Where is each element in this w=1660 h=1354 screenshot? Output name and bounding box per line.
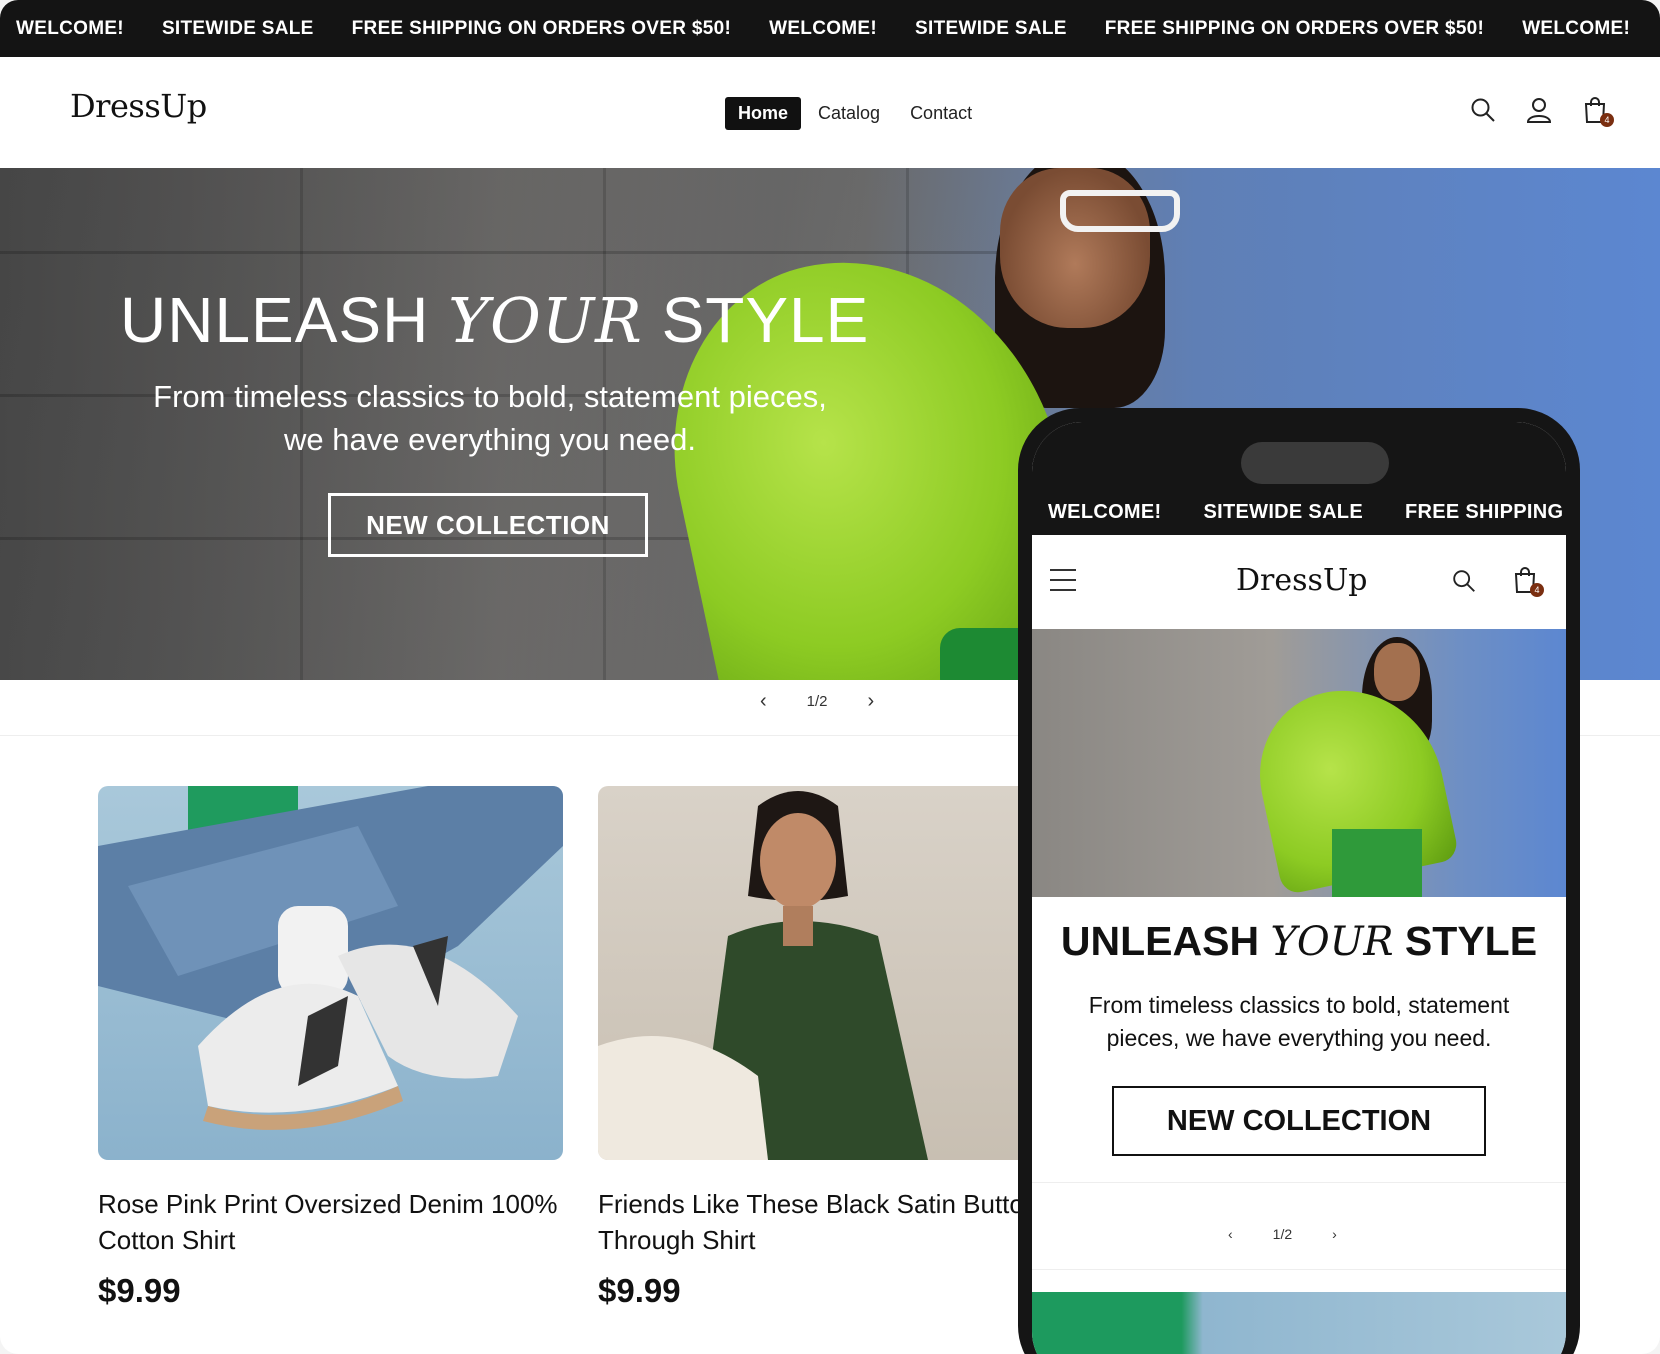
mobile-hero-title: UNLEASH YOUR STYLE <box>1032 918 1566 965</box>
site-header: DressUp Home Catalog Contact 4 <box>0 57 1660 168</box>
product-price: $9.99 <box>598 1272 681 1309</box>
product-image[interactable] <box>98 786 563 1160</box>
announcement-item: SITEWIDE SALE <box>161 17 314 39</box>
announcement-item: WELCOME! <box>1522 17 1631 39</box>
slide-counter: 1/2 <box>806 693 828 710</box>
announcement-item: WELCOME! <box>1048 501 1162 523</box>
announcement-item: FREE SHIPPING <box>1404 501 1564 523</box>
hero-slider-controls: ‹ 1/2 › <box>760 690 874 713</box>
mobile-preview-device: WELCOME! SITEWIDE SALE FREE SHIPPING Dre… <box>1018 408 1580 1354</box>
announcement-item: SITEWIDE SALE <box>915 17 1067 39</box>
search-icon[interactable] <box>1468 95 1498 125</box>
cart-count-badge: 4 <box>1600 113 1614 127</box>
nav-contact[interactable]: Contact <box>897 97 985 130</box>
product-card[interactable]: Friends Like These Black Satin Button Th… <box>598 786 1063 1310</box>
announcement-item: FREE SHIPPING ON ORDERS OVER $50! <box>351 17 732 39</box>
hero-title-pre: UNLEASH <box>120 284 449 356</box>
slide-counter: 1/2 <box>1272 1226 1293 1242</box>
store-logo[interactable]: DressUp <box>70 87 207 125</box>
mobile-slider-controls: ‹ 1/2 › <box>1228 1226 1337 1242</box>
nav-home[interactable]: Home <box>725 97 802 130</box>
hero-title-post: STYLE <box>642 284 870 356</box>
chevron-right-icon[interactable]: › <box>868 690 875 713</box>
cart-count-badge: 4 <box>1530 583 1544 597</box>
mobile-hero-image <box>1032 629 1566 897</box>
search-icon[interactable] <box>1450 567 1478 600</box>
hero-title: UNLEASH YOUR STYLE <box>120 283 869 357</box>
divider <box>1032 1182 1566 1183</box>
mobile-screen: WELCOME! SITEWIDE SALE FREE SHIPPING Dre… <box>1032 422 1566 1354</box>
dynamic-island <box>1241 442 1389 484</box>
product-title[interactable]: Friends Like These Black Satin Button Th… <box>598 1186 1063 1258</box>
cart-icon[interactable]: 4 <box>1510 565 1544 597</box>
announcement-item: WELCOME! <box>769 17 878 39</box>
mobile-product-image[interactable] <box>1032 1292 1566 1354</box>
mobile-store-logo[interactable]: DressUp <box>1236 563 1367 598</box>
mobile-announcement-bar: WELCOME! SITEWIDE SALE FREE SHIPPING <box>1032 490 1566 535</box>
mobile-hero-subtitle: From timeless classics to bold, statemen… <box>1088 992 1510 1051</box>
mobile-status-area: WELCOME! SITEWIDE SALE FREE SHIPPING <box>1032 422 1566 535</box>
header-icons: 4 <box>1468 95 1614 127</box>
storefront-preview: WELCOME! SITEWIDE SALE FREE SHIPPING ON … <box>0 0 1660 1354</box>
announcement-bar: WELCOME! SITEWIDE SALE FREE SHIPPING ON … <box>0 0 1660 57</box>
product-image[interactable] <box>598 786 1063 1160</box>
chevron-right-icon[interactable]: › <box>1332 1226 1337 1242</box>
hero-model-face <box>1374 643 1420 701</box>
hero-title-pre: UNLEASH <box>1060 918 1271 964</box>
chevron-left-icon[interactable]: ‹ <box>760 690 767 713</box>
hamburger-menu-icon[interactable] <box>1050 569 1076 599</box>
hero-title-post: STYLE <box>1393 918 1538 964</box>
product-card[interactable]: Rose Pink Print Oversized Denim 100% Cot… <box>98 786 563 1310</box>
cart-icon[interactable]: 4 <box>1580 95 1614 127</box>
hero-model-pants <box>1332 829 1422 897</box>
mobile-new-collection-button[interactable]: NEW COLLECTION <box>1112 1086 1486 1156</box>
account-icon[interactable] <box>1524 95 1554 125</box>
product-price: $9.99 <box>98 1272 181 1309</box>
hero-model-sunglasses <box>1060 190 1180 232</box>
divider <box>1032 1269 1566 1270</box>
announcement-item: WELCOME! <box>16 17 124 39</box>
announcement-item: SITEWIDE SALE <box>1203 501 1363 523</box>
new-collection-button[interactable]: NEW COLLECTION <box>328 493 648 557</box>
product-title[interactable]: Rose Pink Print Oversized Denim 100% Cot… <box>98 1186 563 1258</box>
chevron-left-icon[interactable]: ‹ <box>1228 1226 1233 1242</box>
mobile-header: DressUp 4 <box>1032 535 1566 629</box>
hero-subtitle: From timeless classics to bold, statemen… <box>153 379 827 457</box>
hero-title-em: YOUR <box>448 284 643 357</box>
main-nav: Home Catalog Contact <box>725 97 989 130</box>
hero-title-em: YOUR <box>1270 919 1394 965</box>
announcement-item: FREE SHIPPING ON ORDERS OVER $50! <box>1104 17 1485 39</box>
nav-catalog[interactable]: Catalog <box>805 97 893 130</box>
